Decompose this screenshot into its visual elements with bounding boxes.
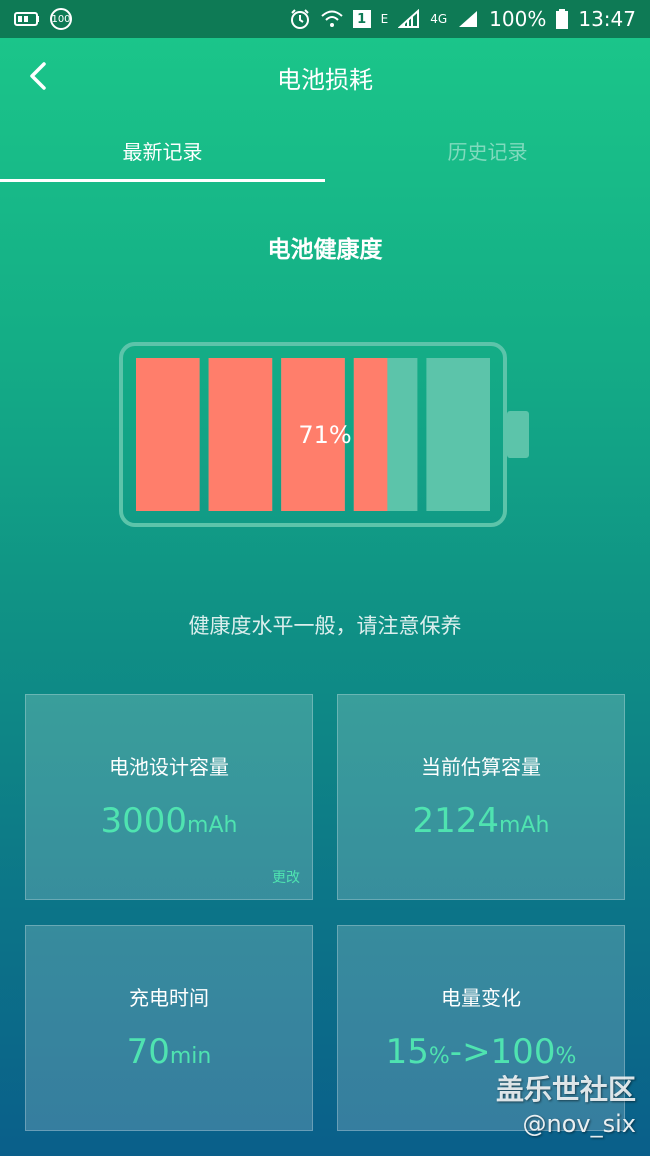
network-4g-label: 4G [430,12,448,26]
value-unit: % [428,1044,450,1069]
card-estimated-capacity: 当前估算容量 2124mAh [337,694,625,900]
signal-icon-2 [457,9,479,29]
health-title: 电池健康度 [267,237,383,263]
wifi-icon [320,9,343,29]
status-bar: 100 1 E 4G 100% 13:47 [0,0,650,38]
card-value: 2124mAh [338,801,624,841]
card-design-capacity: 电池设计容量 3000mAh 更改 [25,694,313,900]
value-unit: % [555,1044,577,1069]
value-number: 70 [126,1032,170,1072]
card-title: 电量变化 [441,986,521,1010]
card-value: 70min [26,1032,312,1072]
tab-bar: 最新记录 历史记录 [0,124,650,182]
battery-terminal [507,411,529,458]
battery-cell-fill [353,358,388,511]
battery-saver-icon [14,10,40,28]
header: 电池损耗 [0,38,650,116]
tab-latest[interactable]: 最新记录 [0,124,325,182]
page-title: 电池损耗 [277,66,373,94]
health-message: 健康度水平一般，请注意保养 [188,614,462,638]
battery-graphic: 71% [119,342,529,527]
clock: 13:47 [578,7,636,31]
card-title: 当前估算容量 [421,755,541,779]
value-number: 2124 [412,801,500,841]
value-unit: mAh [187,813,238,838]
battery-cell [426,358,490,511]
battery-cell-fill [208,358,273,511]
badge-100-icon: 100 [50,8,72,30]
watermark-community: 盖乐世社区 [495,1073,636,1106]
alarm-icon [289,8,311,30]
battery-icon [556,9,569,29]
value-start: 15 [385,1032,429,1072]
card-title: 充电时间 [129,986,209,1010]
value-number: 3000 [100,801,188,841]
card-value: 3000mAh [26,801,312,841]
card-charge-time: 充电时间 70min [25,925,313,1131]
battery-percent: 100% [489,7,547,31]
value-unit: mAh [499,813,550,838]
sim1-icon: 1 [352,10,371,28]
battery-cell-fill [136,358,200,511]
tab-history[interactable]: 历史记录 [325,124,650,182]
value-end: ->100 [449,1032,556,1072]
change-link[interactable]: 更改 [272,867,300,887]
signal-icon [398,9,420,29]
network-e-label: E [380,12,389,26]
card-value: 15%->100% [338,1032,624,1072]
watermark-handle: @nov_six [522,1110,636,1138]
health-percent: 71% [298,421,351,449]
card-title: 电池设计容量 [109,755,229,779]
value-unit: min [169,1044,212,1069]
